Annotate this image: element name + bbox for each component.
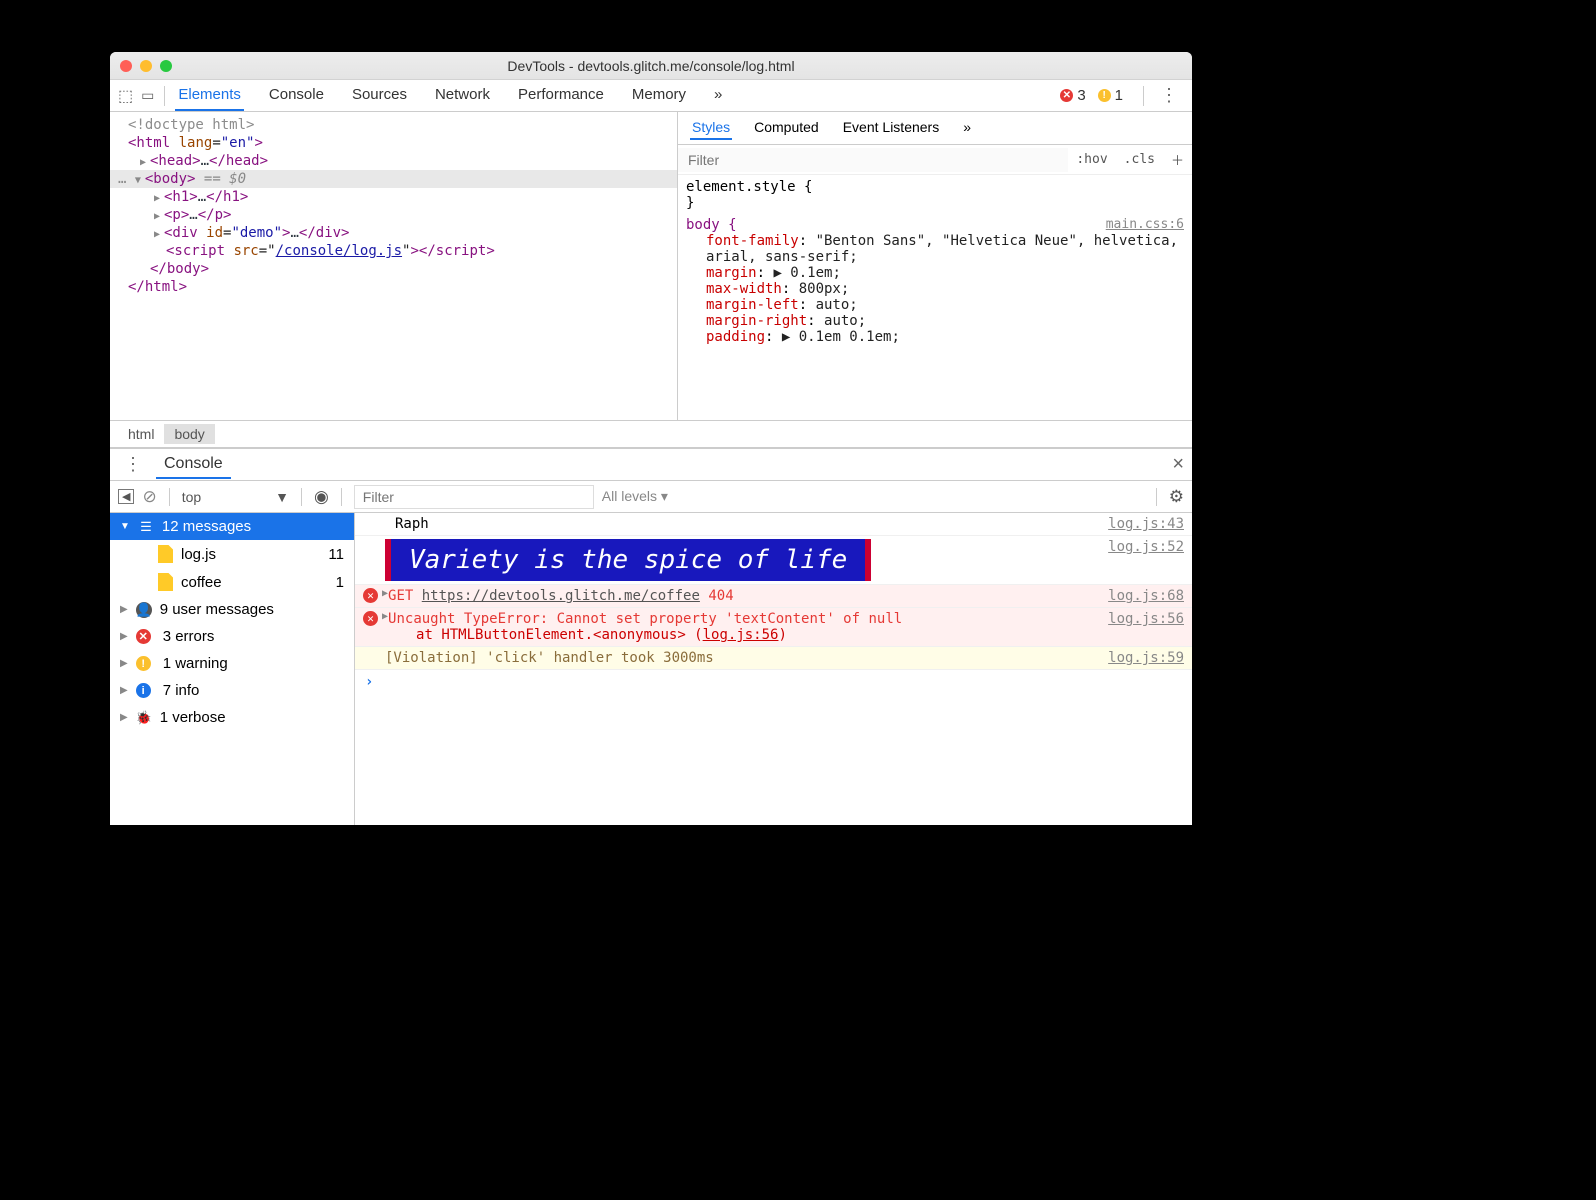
element-style-close: } (686, 195, 694, 211)
console-output: Raph log.js:43 Variety is the spice of l… (355, 513, 1192, 825)
drawer-tab-console[interactable]: Console (156, 451, 231, 479)
sidebar-item-coffee[interactable]: coffee 1 (110, 568, 354, 596)
warning-count: 1 (1115, 87, 1123, 104)
device-mode-icon[interactable]: ▭ (141, 87, 154, 104)
rule-source-link[interactable]: main.css:6 (1106, 217, 1184, 232)
status-badges[interactable]: ✕ 3 ! 1 (1060, 87, 1123, 104)
titlebar: DevTools - devtools.glitch.me/console/lo… (110, 52, 1192, 80)
source-link[interactable]: log.js:52 (1096, 539, 1184, 581)
file-icon (158, 573, 173, 591)
source-link[interactable]: log.js:59 (1096, 650, 1184, 666)
styles-panel: Styles Computed Event Listeners » :hov .… (677, 112, 1192, 420)
console-sidebar: ▼☰ 12 messages log.js 11 coffee 1 ▶👤 9 u… (110, 513, 355, 825)
inspect-icon[interactable]: ⬚ (118, 86, 133, 106)
sidebar-item-all-messages[interactable]: ▼☰ 12 messages (110, 513, 354, 540)
element-style-open: element.style { (686, 179, 812, 195)
close-drawer-icon[interactable]: × (1172, 453, 1184, 476)
error-icon: ✕ (363, 611, 378, 626)
new-rule-button[interactable]: ＋ (1163, 150, 1192, 169)
console-drawer: ⋮ Console × ◀ ⊘ top ▼ ◉ All levels ▾ ⚙ (110, 448, 1192, 825)
bug-icon: 🐞 (136, 710, 152, 726)
tab-more[interactable]: » (711, 80, 725, 111)
clear-console-icon[interactable]: ⊘ (142, 487, 156, 507)
sidebar-item-warnings[interactable]: ▶! 1 warning (110, 650, 354, 677)
tab-memory[interactable]: Memory (629, 80, 689, 111)
main-panels: <!doctype html> <html lang="en"> ▶<head>… (110, 112, 1192, 420)
tab-performance[interactable]: Performance (515, 80, 607, 111)
user-icon: 👤 (136, 602, 152, 618)
sidebar-item-logjs[interactable]: log.js 11 (110, 540, 354, 568)
cls-button[interactable]: .cls (1116, 152, 1163, 167)
console-settings-icon[interactable]: ⚙ (1169, 487, 1184, 507)
error-icon: ✕ (1060, 89, 1073, 102)
tab-console[interactable]: Console (266, 80, 327, 111)
devtools-window: DevTools - devtools.glitch.me/console/lo… (110, 52, 1192, 825)
source-link[interactable]: log.js:56 (1096, 611, 1184, 627)
tab-styles-more[interactable]: » (961, 116, 973, 140)
elements-tree[interactable]: <!doctype html> <html lang="en"> ▶<head>… (110, 112, 677, 420)
sidebar-item-verbose[interactable]: ▶🐞 1 verbose (110, 704, 354, 731)
close-window-button[interactable] (120, 60, 132, 72)
breadcrumb: html body (110, 420, 1192, 448)
source-link[interactable]: log.js:68 (1096, 588, 1184, 604)
crumb-body[interactable]: body (164, 424, 214, 444)
devtools-toolbar: ⬚ ▭ Elements Console Sources Network Per… (110, 80, 1192, 112)
settings-menu-icon[interactable]: ⋮ (1154, 85, 1184, 106)
tab-sources[interactable]: Sources (349, 80, 410, 111)
console-error-line[interactable]: ✕ ▶ Uncaught TypeError: Cannot set prope… (355, 608, 1192, 647)
console-filter-input[interactable] (354, 485, 594, 509)
sidebar-item-errors[interactable]: ▶✕ 3 errors (110, 623, 354, 650)
crumb-html[interactable]: html (118, 424, 164, 444)
rule-selector: body { (686, 217, 737, 233)
tab-styles[interactable]: Styles (690, 116, 732, 140)
live-expression-icon[interactable]: ◉ (314, 487, 329, 507)
style-rules[interactable]: element.style { } main.css:6body { font-… (678, 175, 1192, 420)
tab-event-listeners[interactable]: Event Listeners (841, 116, 942, 140)
file-icon (158, 545, 173, 563)
list-icon: ☰ (138, 519, 154, 535)
info-icon: i (136, 683, 151, 698)
window-title: DevTools - devtools.glitch.me/console/lo… (110, 58, 1192, 74)
warning-icon: ! (1098, 89, 1111, 102)
console-styled-line[interactable]: Variety is the spice of life log.js:52 (355, 536, 1192, 585)
panel-tabs: Elements Console Sources Network Perform… (175, 80, 1060, 111)
error-icon: ✕ (136, 629, 151, 644)
sidebar-item-user-messages[interactable]: ▶👤 9 user messages (110, 596, 354, 623)
drawer-menu-icon[interactable]: ⋮ (118, 454, 148, 475)
source-link[interactable]: log.js:43 (1096, 516, 1184, 532)
console-violation-line[interactable]: [Violation] 'click' handler took 3000ms … (355, 647, 1192, 670)
tab-network[interactable]: Network (432, 80, 493, 111)
sidebar-item-info[interactable]: ▶i 7 info (110, 677, 354, 704)
tab-elements[interactable]: Elements (175, 80, 244, 111)
warning-icon: ! (136, 656, 151, 671)
console-prompt[interactable]: › (355, 670, 1192, 694)
log-level-selector[interactable]: All levels ▾ (602, 488, 668, 505)
console-log-line[interactable]: Raph log.js:43 (355, 513, 1192, 536)
context-selector[interactable]: top ▼ (182, 489, 289, 505)
tab-computed[interactable]: Computed (752, 116, 821, 140)
hov-button[interactable]: :hov (1068, 152, 1115, 167)
console-error-line[interactable]: ✕ ▶ GET https://devtools.glitch.me/coffe… (355, 585, 1192, 608)
zoom-window-button[interactable] (160, 60, 172, 72)
styles-filter-input[interactable] (678, 148, 1068, 172)
error-icon: ✕ (363, 588, 378, 603)
sidebar-toggle-icon[interactable]: ◀ (118, 489, 134, 504)
minimize-window-button[interactable] (140, 60, 152, 72)
error-count: 3 (1077, 87, 1085, 104)
